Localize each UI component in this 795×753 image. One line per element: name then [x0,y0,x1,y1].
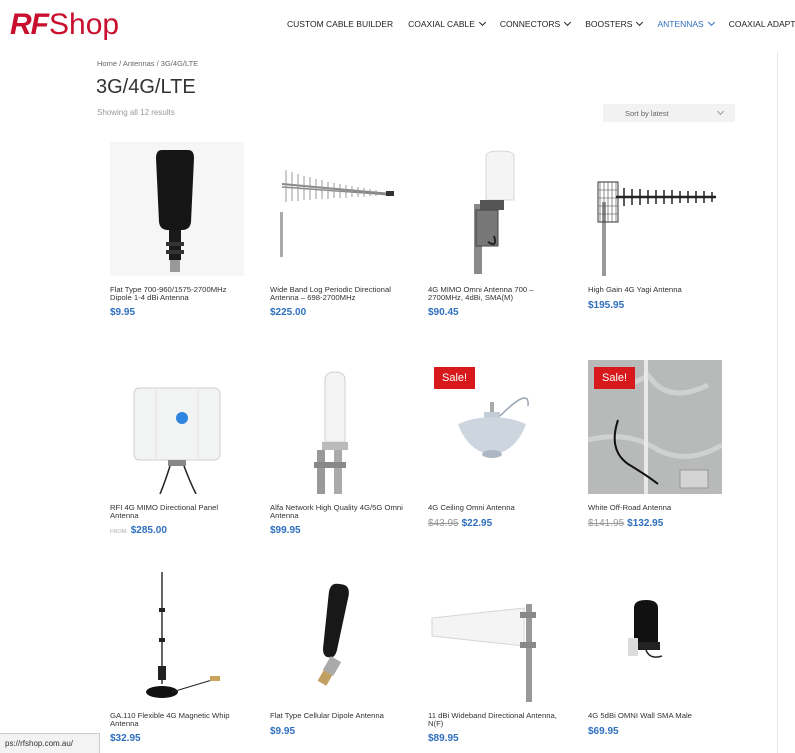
nav-label: CONNECTORS [499,19,561,29]
content-divider [777,52,778,753]
product-card[interactable]: Sale! White Off-Road Antenna $141.95 $132… [588,360,728,529]
product-card[interactable]: Alfa Network High Quality 4G/5G Omni Ant… [270,360,410,536]
nav-custom-cable-builder[interactable]: CUSTOM CABLE BUILDER [287,19,393,29]
result-count: Showing all 12 results [97,108,175,117]
product-title[interactable]: Flat Type Cellular Dipole Antenna [270,712,404,720]
nav-coaxial-adapters[interactable]: COAXIAL ADAPTERS [729,19,795,29]
nav-label: CUSTOM CABLE BUILDER [287,19,394,29]
product-image[interactable] [110,568,244,702]
page-title: 3G/4G/LTE [96,76,196,98]
chevron-down-icon [716,107,725,116]
product-image[interactable] [270,568,404,702]
price-current: $99.95 [270,525,301,536]
product-title[interactable]: High Gain 4G Yagi Antenna [588,286,722,294]
product-image[interactable] [110,360,244,494]
sort-select[interactable]: Sort by latest [603,104,735,122]
product-title[interactable]: GA.110 Flexible 4G Magnetic Whip Antenna [110,712,244,727]
product-price: $225.00 [270,307,410,318]
product-price: FROM: $285.00 [110,525,250,536]
chevron-down-icon [707,18,715,27]
product-title[interactable]: White Off-Road Antenna [588,504,722,512]
product-card[interactable]: Wide Band Log Periodic Directional Anten… [270,142,410,318]
product-price: $9.95 [270,726,410,737]
price-current: $89.95 [428,733,459,744]
product-title[interactable]: Alfa Network High Quality 4G/5G Omni Ant… [270,504,404,519]
logo-shop: Shop [49,8,120,41]
chevron-down-icon [478,18,486,27]
nav-connectors[interactable]: CONNECTORS [499,18,572,29]
price-current: $22.95 [461,517,493,529]
nav-coaxial-cable[interactable]: COAXIAL CABLE [408,18,486,29]
product-card[interactable]: RFI 4G MIMO Directional Panel Antenna FR… [110,360,250,536]
sale-badge: Sale! [434,367,476,389]
price-was: $43.95 [428,517,459,529]
nav-label: COAXIAL ADAPTERS [728,19,795,29]
price-from-label: FROM: [110,529,128,535]
browser-status-url: ps://rfshop.com.au/ [0,733,100,753]
price-current: $90.45 [428,307,459,318]
product-price: $99.95 [270,525,410,536]
logo-rf: RF [10,8,49,41]
nav-label: BOOSTERS [585,19,633,29]
product-card[interactable]: Flat Type Cellular Dipole Antenna $9.95 [270,568,410,737]
nav-antennas[interactable]: ANTENNAS [657,18,715,29]
product-card[interactable]: High Gain 4G Yagi Antenna $195.95 [588,142,728,311]
chevron-down-icon [564,18,572,27]
product-card[interactable]: Sale! 4G Ceiling Omni Antenna $43.95 $22.… [428,360,568,529]
main-nav: CUSTOM CABLE BUILDER COAXIAL CABLE CONNE… [287,18,795,29]
price-current: $132.95 [627,517,664,529]
product-price: $43.95 $22.95 [428,518,568,529]
product-price: $89.95 [428,733,568,744]
product-title[interactable]: RFI 4G MIMO Directional Panel Antenna [110,504,244,519]
product-price: $90.45 [428,307,568,318]
product-title[interactable]: 4G MIMO Omni Antenna 700 – 2700MHz, 4dBi… [428,286,562,301]
product-image[interactable]: Sale! [428,360,562,494]
nav-label: ANTENNAS [657,19,704,29]
product-card[interactable]: GA.110 Flexible 4G Magnetic Whip Antenna… [110,568,250,744]
product-image[interactable] [428,142,562,276]
product-title[interactable]: 4G 5dBi OMNI Wall SMA Male [588,712,722,720]
chevron-down-icon [636,18,644,27]
product-image[interactable] [270,360,404,494]
sort-selected-value: Sort by latest [625,109,669,118]
product-price: $9.95 [110,307,250,318]
product-image[interactable] [110,142,244,276]
sale-badge: Sale! [594,367,636,389]
product-image[interactable] [588,142,722,276]
price-current: $9.95 [270,725,296,737]
product-image[interactable] [270,142,404,276]
product-price: $141.95 $132.95 [588,518,728,529]
price-current: $32.95 [110,733,141,744]
price-current: $9.95 [110,307,136,318]
product-price: $69.95 [588,726,728,737]
product-price: $32.95 [110,733,250,744]
product-title[interactable]: Wide Band Log Periodic Directional Anten… [270,286,404,301]
site-header: RF Shop CUSTOM CABLE BUILDER COAXIAL CABL… [0,0,795,52]
product-image[interactable] [588,568,722,702]
price-current: $69.95 [588,725,619,737]
price-current: $195.95 [588,299,625,311]
product-image[interactable]: Sale! [588,360,722,494]
product-card[interactable]: 4G 5dBi OMNI Wall SMA Male $69.95 [588,568,728,737]
rfshop-logo[interactable]: RF Shop [10,10,119,40]
price-was: $141.95 [588,517,625,529]
product-image[interactable] [428,568,562,702]
product-title[interactable]: 11 dBi Wideband Directional Antenna, N(F… [428,712,562,727]
nav-label: COAXIAL CABLE [408,19,475,29]
price-current: $225.00 [270,307,307,318]
breadcrumb[interactable]: Home / Antennas / 3G/4G/LTE [97,59,198,68]
product-card[interactable]: 11 dBi Wideband Directional Antenna, N(F… [428,568,568,744]
price-current: $285.00 [130,525,167,536]
product-card[interactable]: 4G MIMO Omni Antenna 700 – 2700MHz, 4dBi… [428,142,568,318]
product-card[interactable]: Flat Type 700-960/1575-2700MHz Dipole 1-… [110,142,250,318]
product-title[interactable]: 4G Ceiling Omni Antenna [428,504,562,512]
product-price: $195.95 [588,300,728,311]
product-title[interactable]: Flat Type 700-960/1575-2700MHz Dipole 1-… [110,286,244,301]
nav-boosters[interactable]: BOOSTERS [585,18,644,29]
